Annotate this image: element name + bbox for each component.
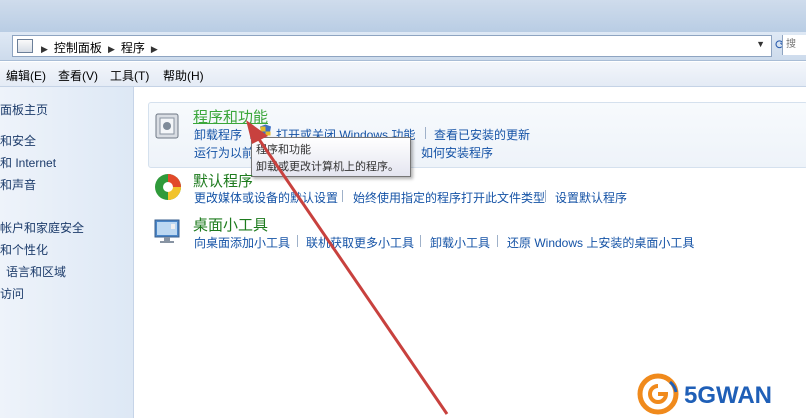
menu-view[interactable]: 查看(V) [58, 67, 98, 84]
category-defaults-title[interactable]: 默认程序 [193, 170, 253, 191]
link-run-older-programs[interactable]: 运行为以前 [194, 144, 254, 161]
tooltip-title: 程序和功能 [256, 144, 311, 156]
sidebar-item-language[interactable]: 语言和区域 [6, 263, 66, 280]
link-divider [297, 235, 298, 247]
tooltip-text: 卸载或更改计算机上的程序。 [256, 161, 399, 173]
breadcrumb-control-panel[interactable]: 控制面板 [54, 41, 102, 55]
link-divider [497, 235, 498, 247]
watermark-logo: 5GWAN [637, 373, 772, 415]
link-restore-gadgets[interactable]: 还原 Windows 上安装的桌面小工具 [507, 234, 694, 251]
link-how-to-install[interactable]: 如何安装程序 [421, 144, 493, 161]
watermark-text: 5GWAN [684, 382, 772, 409]
link-divider [342, 190, 343, 202]
breadcrumb-arrow-icon[interactable]: ▶ [108, 44, 115, 54]
sidebar-item-home[interactable]: 面板主页 [0, 101, 48, 118]
link-divider [425, 127, 426, 139]
address-bar: ▼ ▶控制面板▶程序▶ ▼ ⟳ [0, 32, 806, 82]
link-divider [545, 190, 546, 202]
breadcrumb: ▶ 控制面板 ▶ 程序 ▶ [35, 39, 164, 56]
link-divider [420, 235, 421, 247]
sidebar-item-sound[interactable]: 和声音 [0, 176, 36, 193]
breadcrumb-programs[interactable]: 程序 [121, 41, 145, 55]
sidebar-item-security[interactable]: 和安全 [0, 132, 36, 149]
category-gadgets-title[interactable]: 桌面小工具 [193, 214, 268, 235]
breadcrumb-arrow-icon[interactable]: ▶ [151, 44, 158, 54]
menu-tools[interactable]: 工具(T) [110, 67, 149, 84]
link-add-gadgets[interactable]: 向桌面添加小工具 [194, 234, 290, 251]
programs-features-icon[interactable] [153, 110, 183, 140]
address-dropdown-icon[interactable]: ▼ [756, 39, 765, 49]
breadcrumb-arrow-icon[interactable]: ▶ [41, 44, 48, 54]
link-file-type-association[interactable]: 始终使用指定的程序打开此文件类型 [353, 189, 545, 206]
tooltip: 程序和功能 卸载或更改计算机上的程序。 [251, 137, 411, 177]
link-get-more-gadgets[interactable]: 联机获取更多小工具 [306, 234, 414, 251]
desktop-gadgets-icon[interactable] [153, 216, 183, 246]
link-set-default-programs[interactable]: 设置默认程序 [555, 189, 627, 206]
uac-shield-icon [260, 124, 271, 137]
sidebar-item-access[interactable]: 访问 [0, 285, 24, 302]
sidebar-item-personalization[interactable]: 和个性化 [0, 241, 48, 258]
sidebar-item-network[interactable]: 和 Internet [0, 154, 56, 171]
link-uninstall-program[interactable]: 卸载程序 [194, 126, 242, 143]
menu-bar: 编辑(E) 查看(V) 工具(T) 帮助(H) [0, 62, 806, 87]
search-input[interactable]: 搜 [782, 35, 806, 55]
control-panel-icon [17, 39, 33, 53]
link-change-media-defaults[interactable]: 更改媒体或设备的默认设置 [194, 189, 338, 206]
link-uninstall-gadget[interactable]: 卸载小工具 [430, 234, 490, 251]
sidebar: 面板主页 和安全 和 Internet 和声音 帐户和家庭安全 和个性化 语言和… [0, 87, 134, 418]
link-view-installed-updates[interactable]: 查看已安装的更新 [434, 126, 530, 143]
menu-help[interactable]: 帮助(H) [163, 67, 204, 84]
address-field[interactable]: ▶ 控制面板 ▶ 程序 ▶ ▼ [12, 35, 772, 57]
default-programs-icon[interactable] [153, 172, 183, 202]
menu-edit[interactable]: 编辑(E) [6, 67, 46, 84]
category-programs-title[interactable]: 程序和功能 [193, 106, 268, 127]
sidebar-item-accounts[interactable]: 帐户和家庭安全 [0, 219, 84, 236]
window-titlebar [0, 0, 806, 32]
